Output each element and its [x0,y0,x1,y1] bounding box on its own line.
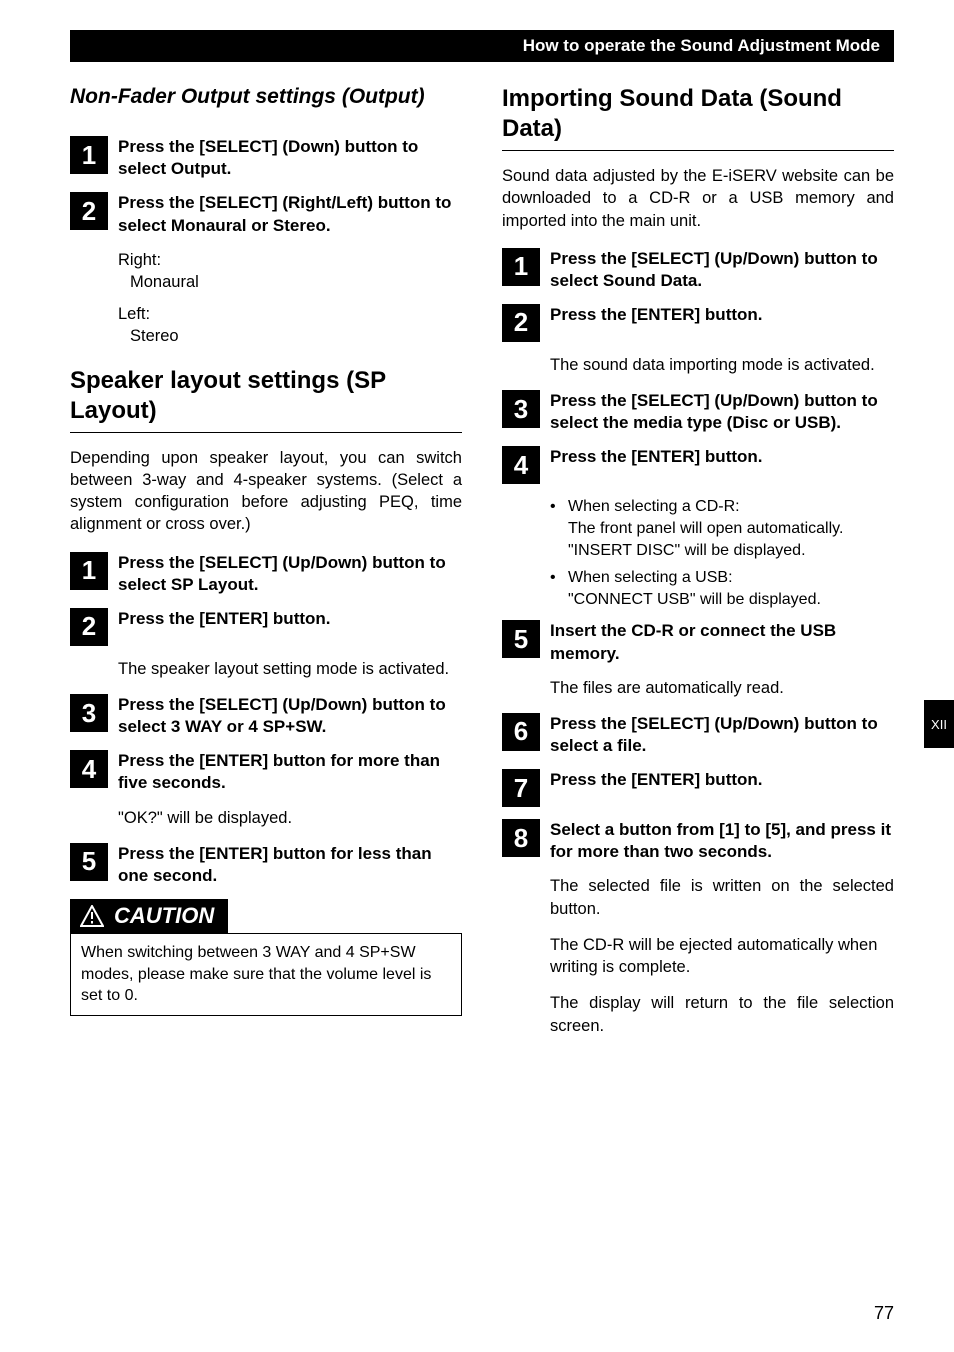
step: 2 Press the [ENTER] button. [502,304,894,342]
step-number: 8 [502,819,540,857]
chapter-side-tab-label: XII [931,717,947,732]
step: 2 Press the [SELECT] (Right/Left) button… [70,192,462,236]
step: 8 Select a button from [1] to [5], and p… [502,819,894,863]
step: 5 Insert the CD-R or connect the USB mem… [502,620,894,664]
option-left-label: Left: [118,305,150,323]
step-text: Select a button from [1] to [5], and pre… [550,819,894,863]
step-number: 1 [70,552,108,590]
caution-label: CAUTION [114,903,214,929]
step-number: 2 [70,192,108,230]
step-follow: The selected file is written on the sele… [550,875,894,920]
section-rule [502,150,894,151]
step: 2 Press the [ENTER] button. [70,608,462,646]
step-text: Press the [ENTER] button. [550,304,763,326]
step-text: Press the [SELECT] (Up/Down) button to s… [118,694,462,738]
step: 1 Press the [SELECT] (Down) button to se… [70,136,462,180]
section-a-title: Non-Fader Output settings (Output) [70,84,462,110]
step-number: 3 [502,390,540,428]
page: How to operate the Sound Adjustment Mode… [0,0,954,1352]
step-number: 5 [70,843,108,881]
right-column: Importing Sound Data (Sound Data) Sound … [502,84,894,1051]
step-follow: The CD-R will be ejected automatically w… [550,934,894,979]
bullet-body: When selecting a USB: "CONNECT USB" will… [568,567,894,610]
warning-triangle-icon [80,905,104,927]
caution-heading: CAUTION [70,899,228,933]
step-number: 1 [502,248,540,286]
step: 1 Press the [SELECT] (Up/Down) button to… [502,248,894,292]
bullet-line: "INSERT DISC" will be displayed. [568,542,806,559]
step-number: 6 [502,713,540,751]
step: 4 Press the [ENTER] button for more than… [70,750,462,794]
step-number: 1 [70,136,108,174]
step-text: Press the [ENTER] button. [118,608,331,630]
option-left-value: Stereo [118,325,462,347]
step: 7 Press the [ENTER] button. [502,769,894,807]
step-number: 7 [502,769,540,807]
step-number: 4 [502,446,540,484]
section-c-intro: Sound data adjusted by the E-iSERV websi… [502,165,894,232]
option-right-value: Monaural [118,271,462,293]
bullet-block: • When selecting a CD-R: The front panel… [550,496,894,610]
columns: Non-Fader Output settings (Output) 1 Pre… [70,84,894,1051]
step-text: Press the [ENTER] button. [550,446,763,468]
step-text: Press the [ENTER] button. [550,769,763,791]
header-bar: How to operate the Sound Adjustment Mode [70,30,894,62]
step-follow: The speaker layout setting mode is activ… [118,658,462,680]
bullet-body: When selecting a CD-R: The front panel w… [568,496,894,561]
bullet-head: When selecting a CD-R: [568,498,740,515]
bullet-item: • When selecting a USB: "CONNECT USB" wi… [550,567,894,610]
step: 6 Press the [SELECT] (Up/Down) button to… [502,713,894,757]
option-left: Left: Stereo [118,303,462,348]
option-right-label: Right: [118,251,161,269]
step-text: Press the [ENTER] button for less than o… [118,843,462,887]
step-text: Press the [SELECT] (Right/Left) button t… [118,192,462,236]
bullet-dot-icon: • [550,496,560,561]
left-column: Non-Fader Output settings (Output) 1 Pre… [70,84,462,1051]
step-follow: "OK?" will be displayed. [118,807,462,829]
section-b-title: Speaker layout settings (SP Layout) [70,366,462,426]
step-number: 4 [70,750,108,788]
step-number: 3 [70,694,108,732]
step-text: Press the [ENTER] button for more than f… [118,750,462,794]
bullet-dot-icon: • [550,567,560,610]
step-text: Press the [SELECT] (Up/Down) button to s… [550,713,894,757]
step: 3 Press the [SELECT] (Up/Down) button to… [502,390,894,434]
step-number: 2 [502,304,540,342]
bullet-item: • When selecting a CD-R: The front panel… [550,496,894,561]
step-text: Press the [SELECT] (Down) button to sele… [118,136,462,180]
header-title: How to operate the Sound Adjustment Mode [523,36,880,55]
caution-box: CAUTION When switching between 3 WAY and… [70,899,462,1016]
section-rule [70,432,462,433]
caution-body: When switching between 3 WAY and 4 SP+SW… [70,933,462,1016]
step-text: Press the [SELECT] (Up/Down) button to s… [550,248,894,292]
bullet-line: The front panel will open automatically. [568,520,843,537]
step: 1 Press the [SELECT] (Up/Down) button to… [70,552,462,596]
step-number: 5 [502,620,540,658]
step: 4 Press the [ENTER] button. [502,446,894,484]
step-text: Press the [SELECT] (Up/Down) button to s… [550,390,894,434]
step-follow: The sound data importing mode is activat… [550,354,894,376]
section-c-title: Importing Sound Data (Sound Data) [502,84,894,144]
step: 3 Press the [SELECT] (Up/Down) button to… [70,694,462,738]
step-follow: The files are automatically read. [550,677,894,699]
chapter-side-tab: XII [924,700,954,748]
page-number: 77 [874,1303,894,1324]
step: 5 Press the [ENTER] button for less than… [70,843,462,887]
bullet-head: When selecting a USB: [568,569,733,586]
step-follow: The display will return to the file sele… [550,992,894,1037]
step-text: Insert the CD-R or connect the USB memor… [550,620,894,664]
bullet-line: "CONNECT USB" will be displayed. [568,591,821,608]
option-right: Right: Monaural [118,249,462,294]
section-b-intro: Depending upon speaker layout, you can s… [70,447,462,536]
step-text: Press the [SELECT] (Up/Down) button to s… [118,552,462,596]
step-number: 2 [70,608,108,646]
